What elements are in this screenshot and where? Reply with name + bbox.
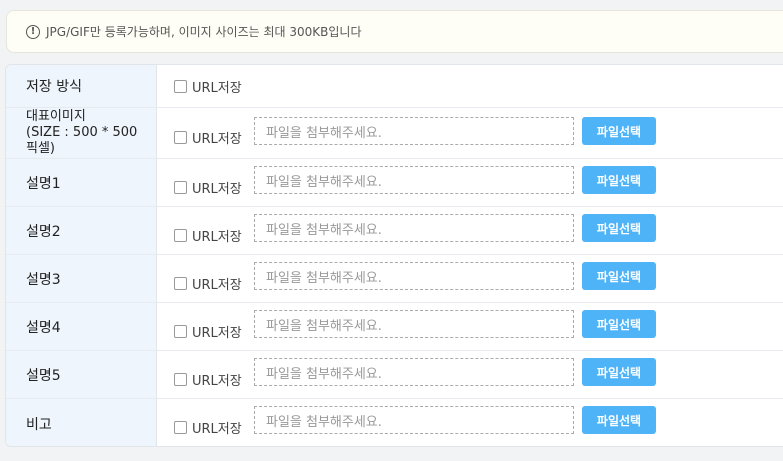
checkbox-box[interactable] (174, 131, 187, 144)
row-value: URL저장 파일을 첨부해주세요. 파일선택 (157, 207, 783, 254)
file-input[interactable]: 파일을 첨부해주세요. (254, 406, 574, 434)
url-save-checkbox[interactable]: URL저장 (174, 128, 242, 147)
row-value: URL저장 파일을 첨부해주세요. 파일선택 (157, 108, 783, 158)
checkbox-label: URL저장 (192, 81, 242, 96)
file-select-button[interactable]: 파일선택 (582, 406, 656, 434)
row-label: 설명4 (6, 303, 157, 350)
url-save-checkbox[interactable]: URL저장 (174, 274, 242, 293)
file-select-button[interactable]: 파일선택 (582, 166, 656, 194)
checkbox-box[interactable] (174, 373, 187, 386)
row-desc-3: 설명3 URL저장 파일을 첨부해주세요. 파일선택 (6, 255, 783, 303)
checkbox-box[interactable] (174, 181, 187, 194)
row-value: URL저장 파일을 첨부해주세요. 파일선택 (157, 351, 783, 398)
row-value: URL저장 파일을 첨부해주세요. 파일선택 (157, 255, 783, 302)
row-desc-2: 설명2 URL저장 파일을 첨부해주세요. 파일선택 (6, 207, 783, 255)
checkbox-box[interactable] (174, 277, 187, 290)
row-label: 설명2 (6, 207, 157, 254)
checkbox-box[interactable] (174, 421, 187, 434)
row-value: URL저장 파일을 첨부해주세요. 파일선택 (157, 399, 783, 446)
checkbox-label: URL저장 (192, 230, 242, 245)
notice-text: JPG/GIF만 등록가능하며, 이미지 사이즈는 최대 300KB입니다 (46, 25, 362, 39)
image-upload-form: 저장 방식 URL저장 대표이미지 (SIZE : 500 * 500 픽셀) … (5, 64, 783, 447)
file-input[interactable]: 파일을 첨부해주세요. (254, 262, 574, 290)
row-main-image: 대표이미지 (SIZE : 500 * 500 픽셀) URL저장 파일을 첨부… (6, 108, 783, 159)
url-save-checkbox[interactable]: URL저장 (174, 418, 242, 437)
exclamation-circle-icon: ! (26, 24, 40, 39)
url-save-checkbox[interactable]: URL저장 (174, 370, 242, 389)
row-label: 대표이미지 (SIZE : 500 * 500 픽셀) (6, 108, 157, 158)
row-label: 비고 (6, 399, 157, 446)
row-label: 설명3 (6, 255, 157, 302)
checkbox-label: URL저장 (192, 422, 242, 437)
checkbox-label: URL저장 (192, 132, 242, 147)
file-input[interactable]: 파일을 첨부해주세요. (254, 117, 574, 145)
file-input[interactable]: 파일을 첨부해주세요. (254, 358, 574, 386)
row-value: URL저장 (157, 65, 783, 107)
checkbox-label: URL저장 (192, 326, 242, 341)
row-desc-5: 설명5 URL저장 파일을 첨부해주세요. 파일선택 (6, 351, 783, 399)
file-input[interactable]: 파일을 첨부해주세요. (254, 310, 574, 338)
checkbox-box[interactable] (174, 325, 187, 338)
row-desc-4: 설명4 URL저장 파일을 첨부해주세요. 파일선택 (6, 303, 783, 351)
row-value: URL저장 파일을 첨부해주세요. 파일선택 (157, 159, 783, 206)
row-value: URL저장 파일을 첨부해주세요. 파일선택 (157, 303, 783, 350)
row-desc-1: 설명1 URL저장 파일을 첨부해주세요. 파일선택 (6, 159, 783, 207)
checkbox-box[interactable] (174, 229, 187, 242)
checkbox-label: URL저장 (192, 278, 242, 293)
checkbox-label: URL저장 (192, 182, 242, 197)
file-input[interactable]: 파일을 첨부해주세요. (254, 166, 574, 194)
file-select-button[interactable]: 파일선택 (582, 358, 656, 386)
file-select-button[interactable]: 파일선택 (582, 117, 656, 145)
row-storage-method: 저장 방식 URL저장 (6, 65, 783, 108)
url-save-checkbox[interactable]: URL저장 (174, 178, 242, 197)
url-save-checkbox[interactable]: URL저장 (174, 322, 242, 341)
row-label: 설명5 (6, 351, 157, 398)
checkbox-label: URL저장 (192, 374, 242, 389)
file-select-button[interactable]: 파일선택 (582, 262, 656, 290)
checkbox-box[interactable] (174, 80, 187, 93)
file-select-button[interactable]: 파일선택 (582, 214, 656, 242)
file-input[interactable]: 파일을 첨부해주세요. (254, 214, 574, 242)
notice-banner: ! JPG/GIF만 등록가능하며, 이미지 사이즈는 최대 300KB입니다 (6, 10, 783, 53)
file-select-button[interactable]: 파일선택 (582, 310, 656, 338)
row-label: 설명1 (6, 159, 157, 206)
row-label: 저장 방식 (6, 65, 157, 107)
row-remarks: 비고 URL저장 파일을 첨부해주세요. 파일선택 (6, 399, 783, 446)
url-save-checkbox[interactable]: URL저장 (174, 77, 242, 96)
url-save-checkbox[interactable]: URL저장 (174, 226, 242, 245)
